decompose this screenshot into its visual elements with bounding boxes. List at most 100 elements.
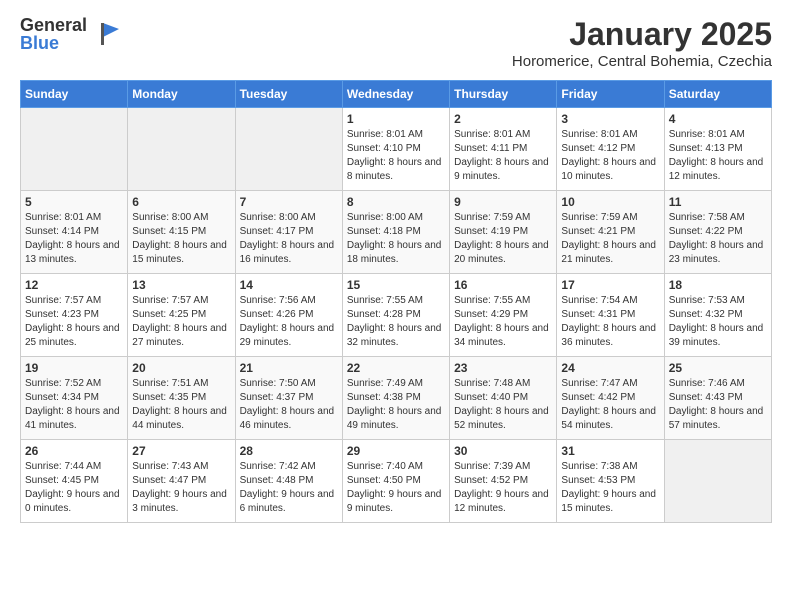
day-number: 25 [669, 361, 767, 375]
day-number: 24 [561, 361, 659, 375]
day-number: 29 [347, 444, 445, 458]
month-title: January 2025 [512, 16, 772, 53]
day-info: Sunrise: 7:42 AMSunset: 4:48 PMDaylight:… [240, 460, 338, 516]
day-info: Sunrise: 7:48 AMSunset: 4:40 PMDaylight:… [454, 377, 552, 433]
day-cell: 6 Sunrise: 8:00 AMSunset: 4:15 PMDaylight… [128, 191, 235, 274]
day-info: Sunrise: 7:44 AMSunset: 4:45 PMDaylight:… [25, 460, 123, 516]
day-info: Sunrise: 7:51 AMSunset: 4:35 PMDaylight:… [132, 377, 230, 433]
calendar-table: SundayMondayTuesdayWednesdayThursdayFrid… [20, 80, 772, 523]
day-cell: 23 Sunrise: 7:48 AMSunset: 4:40 PMDayligh… [450, 357, 557, 440]
day-info: Sunrise: 7:55 AMSunset: 4:28 PMDaylight:… [347, 294, 445, 350]
day-number: 13 [132, 278, 230, 292]
header-row: SundayMondayTuesdayWednesdayThursdayFrid… [21, 81, 772, 108]
day-number: 9 [454, 195, 552, 209]
week-row-5: 26 Sunrise: 7:44 AMSunset: 4:45 PMDayligh… [21, 440, 772, 523]
week-row-4: 19 Sunrise: 7:52 AMSunset: 4:34 PMDayligh… [21, 357, 772, 440]
day-info: Sunrise: 8:01 AMSunset: 4:14 PMDaylight:… [25, 211, 123, 267]
day-cell: 3 Sunrise: 8:01 AMSunset: 4:12 PMDaylight… [557, 108, 664, 191]
day-cell: 20 Sunrise: 7:51 AMSunset: 4:35 PMDayligh… [128, 357, 235, 440]
day-number: 30 [454, 444, 552, 458]
page: General Blue January 2025 Horomerice, Ce… [0, 0, 792, 543]
day-number: 11 [669, 195, 767, 209]
weekday-header-saturday: Saturday [664, 81, 771, 108]
day-number: 3 [561, 112, 659, 126]
day-info: Sunrise: 7:47 AMSunset: 4:42 PMDaylight:… [561, 377, 659, 433]
day-cell: 4Sunrise: 8:01 AMSunset: 4:13 PMDaylight… [664, 108, 771, 191]
day-number: 18 [669, 278, 767, 292]
day-info: Sunrise: 7:53 AMSunset: 4:32 PMDaylight:… [669, 294, 767, 350]
day-info: Sunrise: 8:01 AMSunset: 4:10 PMDaylight:… [347, 128, 445, 184]
day-cell: 2 Sunrise: 8:01 AMSunset: 4:11 PMDaylight… [450, 108, 557, 191]
day-cell [664, 440, 771, 523]
day-number: 26 [25, 444, 123, 458]
week-row-1: 1Sunrise: 8:01 AMSunset: 4:10 PMDaylight… [21, 108, 772, 191]
day-cell: 25 Sunrise: 7:46 AMSunset: 4:43 PMDayligh… [664, 357, 771, 440]
day-number: 7 [240, 195, 338, 209]
week-row-2: 5Sunrise: 8:01 AMSunset: 4:14 PMDaylight… [21, 191, 772, 274]
logo: General Blue [20, 16, 121, 52]
day-cell: 8 Sunrise: 8:00 AMSunset: 4:18 PMDaylight… [342, 191, 449, 274]
day-number: 20 [132, 361, 230, 375]
day-info: Sunrise: 8:00 AMSunset: 4:17 PMDaylight:… [240, 211, 338, 267]
day-info: Sunrise: 7:57 AMSunset: 4:25 PMDaylight:… [132, 294, 230, 350]
day-info: Sunrise: 8:00 AMSunset: 4:15 PMDaylight:… [132, 211, 230, 267]
day-cell: 10Sunrise: 7:59 AMSunset: 4:21 PMDayligh… [557, 191, 664, 274]
day-cell: 29Sunrise: 7:40 AMSunset: 4:50 PMDayligh… [342, 440, 449, 523]
day-cell: 15 Sunrise: 7:55 AMSunset: 4:28 PMDayligh… [342, 274, 449, 357]
day-cell: 30Sunrise: 7:39 AMSunset: 4:52 PMDayligh… [450, 440, 557, 523]
day-info: Sunrise: 7:58 AMSunset: 4:22 PMDaylight:… [669, 211, 767, 267]
day-cell: 18 Sunrise: 7:53 AMSunset: 4:32 PMDayligh… [664, 274, 771, 357]
day-number: 6 [132, 195, 230, 209]
day-cell [21, 108, 128, 191]
day-info: Sunrise: 7:59 AMSunset: 4:19 PMDaylight:… [454, 211, 552, 267]
week-row-3: 12Sunrise: 7:57 AMSunset: 4:23 PMDayligh… [21, 274, 772, 357]
day-cell: 1Sunrise: 8:01 AMSunset: 4:10 PMDaylight… [342, 108, 449, 191]
day-number: 14 [240, 278, 338, 292]
day-number: 31 [561, 444, 659, 458]
day-cell: 27Sunrise: 7:43 AMSunset: 4:47 PMDayligh… [128, 440, 235, 523]
day-info: Sunrise: 8:00 AMSunset: 4:18 PMDaylight:… [347, 211, 445, 267]
day-info: Sunrise: 7:56 AMSunset: 4:26 PMDaylight:… [240, 294, 338, 350]
day-number: 27 [132, 444, 230, 458]
day-cell: 21 Sunrise: 7:50 AMSunset: 4:37 PMDayligh… [235, 357, 342, 440]
day-number: 4 [669, 112, 767, 126]
day-cell: 12Sunrise: 7:57 AMSunset: 4:23 PMDayligh… [21, 274, 128, 357]
day-cell: 14 Sunrise: 7:56 AMSunset: 4:26 PMDayligh… [235, 274, 342, 357]
day-cell: 13 Sunrise: 7:57 AMSunset: 4:25 PMDayligh… [128, 274, 235, 357]
day-number: 17 [561, 278, 659, 292]
day-cell: 9 Sunrise: 7:59 AMSunset: 4:19 PMDaylight… [450, 191, 557, 274]
day-number: 19 [25, 361, 123, 375]
day-info: Sunrise: 7:52 AMSunset: 4:34 PMDaylight:… [25, 377, 123, 433]
location: Horomerice, Central Bohemia, Czechia [512, 53, 772, 70]
day-number: 23 [454, 361, 552, 375]
day-cell: 26 Sunrise: 7:44 AMSunset: 4:45 PMDayligh… [21, 440, 128, 523]
day-cell: 17 Sunrise: 7:54 AMSunset: 4:31 PMDayligh… [557, 274, 664, 357]
weekday-header-wednesday: Wednesday [342, 81, 449, 108]
logo-general-text: General [20, 16, 87, 34]
day-cell: 5Sunrise: 8:01 AMSunset: 4:14 PMDaylight… [21, 191, 128, 274]
day-number: 8 [347, 195, 445, 209]
day-info: Sunrise: 7:55 AMSunset: 4:29 PMDaylight:… [454, 294, 552, 350]
day-cell: 7 Sunrise: 8:00 AMSunset: 4:17 PMDaylight… [235, 191, 342, 274]
weekday-header-thursday: Thursday [450, 81, 557, 108]
day-number: 28 [240, 444, 338, 458]
day-number: 15 [347, 278, 445, 292]
day-cell: 11 Sunrise: 7:58 AMSunset: 4:22 PMDayligh… [664, 191, 771, 274]
day-info: Sunrise: 7:57 AMSunset: 4:23 PMDaylight:… [25, 294, 123, 350]
day-info: Sunrise: 8:01 AMSunset: 4:12 PMDaylight:… [561, 128, 659, 184]
day-info: Sunrise: 7:38 AMSunset: 4:53 PMDaylight:… [561, 460, 659, 516]
day-info: Sunrise: 7:50 AMSunset: 4:37 PMDaylight:… [240, 377, 338, 433]
day-number: 2 [454, 112, 552, 126]
day-info: Sunrise: 8:01 AMSunset: 4:11 PMDaylight:… [454, 128, 552, 184]
logo-text: General Blue [20, 16, 87, 52]
weekday-header-sunday: Sunday [21, 81, 128, 108]
weekday-header-friday: Friday [557, 81, 664, 108]
day-info: Sunrise: 7:46 AMSunset: 4:43 PMDaylight:… [669, 377, 767, 433]
day-number: 16 [454, 278, 552, 292]
day-cell: 28 Sunrise: 7:42 AMSunset: 4:48 PMDayligh… [235, 440, 342, 523]
day-info: Sunrise: 7:49 AMSunset: 4:38 PMDaylight:… [347, 377, 445, 433]
day-info: Sunrise: 7:54 AMSunset: 4:31 PMDaylight:… [561, 294, 659, 350]
day-cell: 19 Sunrise: 7:52 AMSunset: 4:34 PMDayligh… [21, 357, 128, 440]
day-number: 21 [240, 361, 338, 375]
day-cell: 16 Sunrise: 7:55 AMSunset: 4:29 PMDayligh… [450, 274, 557, 357]
